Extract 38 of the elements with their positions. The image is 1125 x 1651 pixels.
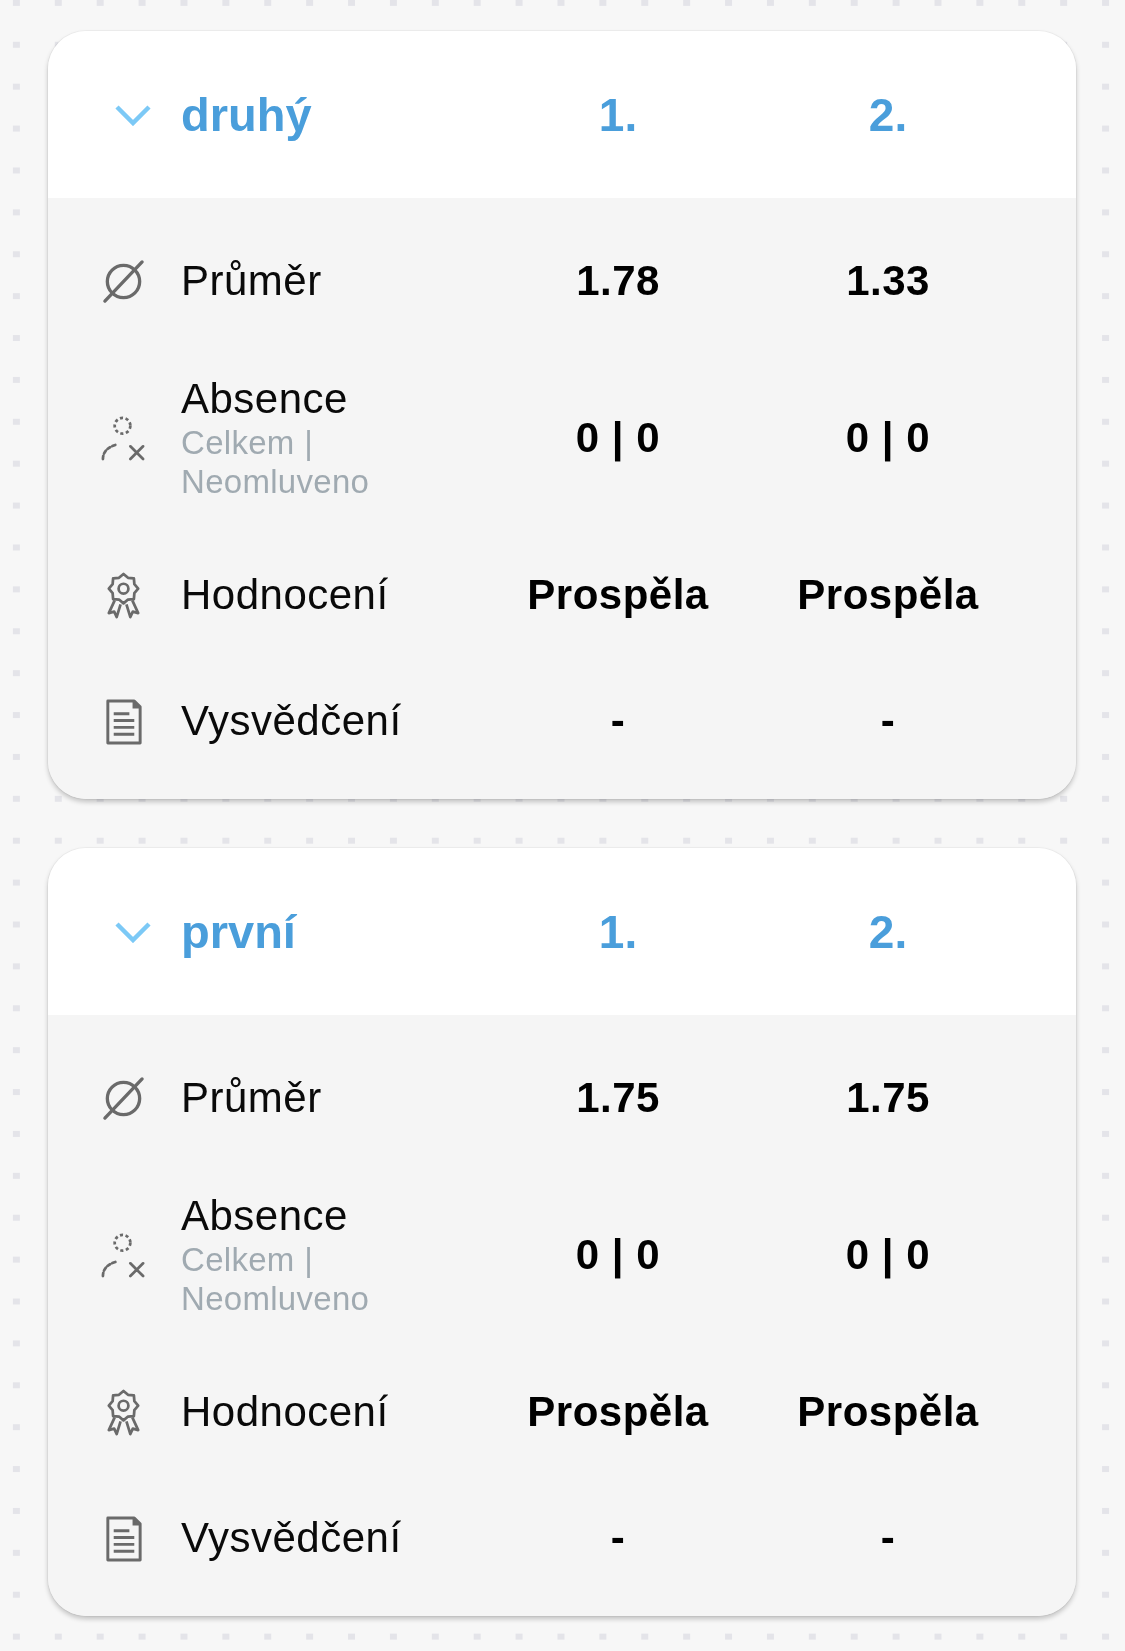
card-title: první [181,904,296,959]
semester-value: 1.78 [576,257,660,305]
semester-value: Prospěla [797,571,979,619]
semester-value: 0 | 0 [845,1231,931,1279]
row-label: Vysvědčení [181,1514,402,1562]
row-label: Absence [181,375,348,423]
column-header: 1. [598,904,638,959]
row-label: Hodnocení [181,1388,389,1436]
row-label: Průměr [181,257,322,305]
person-cross-icon [100,414,147,462]
semester-value: Prospěla [527,571,709,619]
column-header: 2. [868,87,908,142]
semester-value: 0 | 0 [575,414,661,462]
column-header: 2. [868,904,908,959]
chevron-down-icon[interactable] [114,920,152,943]
diameter-icon [100,257,147,305]
semester-value: 1.75 [576,1074,660,1122]
row-label: Hodnocení [181,571,389,619]
semester-value: - [610,1514,626,1562]
semester-value: 0 | 0 [845,414,931,462]
semester-value: Prospěla [527,1388,709,1436]
diameter-icon [100,1074,147,1122]
semester-value: 1.33 [846,257,930,305]
semester-value: 1.75 [846,1074,930,1122]
semester-value: - [610,697,626,745]
card-title: druhý [181,87,312,142]
row-label: Průměr [181,1074,322,1122]
semester-value: - [880,1514,896,1562]
row-label: Vysvědčení [181,697,402,745]
chevron-down-icon[interactable] [114,103,152,126]
row-label: Absence [181,1192,348,1240]
semester-value: Prospěla [797,1388,979,1436]
column-header: 1. [598,87,638,142]
row-sublabel: Celkem | Neomluveno [181,423,371,501]
person-cross-icon [100,1231,147,1279]
semester-value: 0 | 0 [575,1231,661,1279]
row-sublabel: Celkem | Neomluveno [181,1240,371,1318]
semester-value: - [880,697,896,745]
